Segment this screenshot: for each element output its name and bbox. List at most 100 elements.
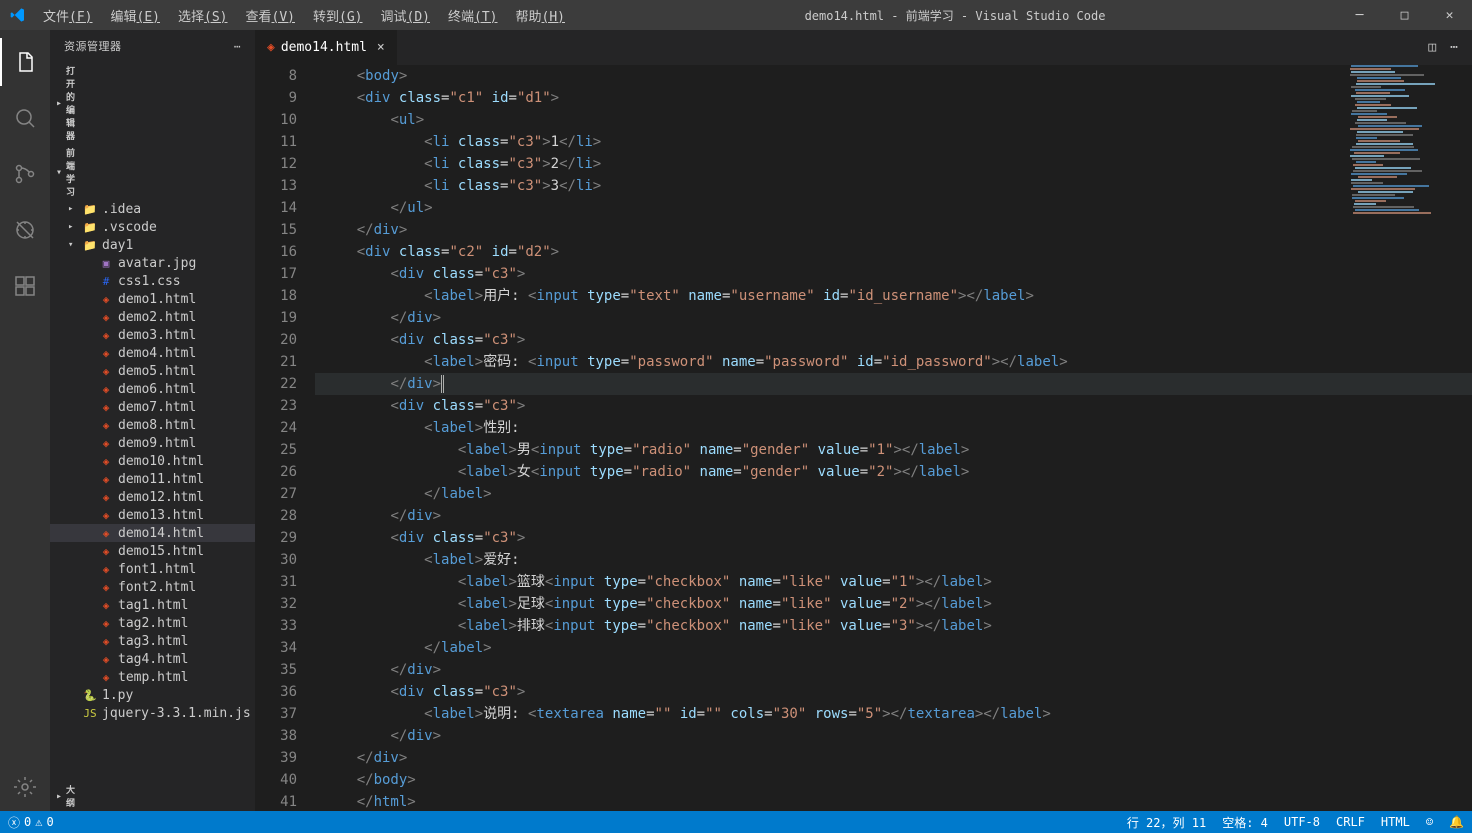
file-node[interactable]: ◈ demo5.html: [50, 362, 255, 380]
file-node[interactable]: ◈demo1.html: [50, 290, 255, 308]
file-label: demo8.html: [118, 418, 196, 433]
file-node[interactable]: ◈font2.html: [50, 578, 255, 596]
file-label: tag1.html: [118, 598, 188, 613]
file-node[interactable]: ◈tag3.html: [50, 632, 255, 650]
file-label: demo9.html: [118, 436, 196, 451]
menu-item[interactable]: 选择(S): [170, 2, 236, 29]
menu-bar: 文件(F)编辑(E)选择(S)查看(V)转到(G)调试(D)终端(T)帮助(H): [35, 2, 573, 29]
html5-icon: ◈: [98, 309, 114, 325]
file-node[interactable]: ◈tag4.html: [50, 650, 255, 668]
close-icon[interactable]: ×: [377, 40, 385, 55]
html5-icon: ◈: [98, 489, 114, 505]
explorer-icon[interactable]: [0, 38, 50, 86]
file-label: demo2.html: [118, 310, 196, 325]
html5-icon: ◈: [98, 579, 114, 595]
line-gutter: 8910111213141516171819202122232425262728…: [255, 65, 315, 811]
minimize-button[interactable]: ─: [1337, 0, 1382, 30]
project-header[interactable]: 前端学习: [50, 144, 62, 200]
file-node[interactable]: ◈demo13.html: [50, 506, 255, 524]
html5-icon: ◈: [98, 435, 114, 451]
more-actions-icon[interactable]: ⋯: [1450, 40, 1458, 55]
file-node[interactable]: ◈demo10.html: [50, 452, 255, 470]
file-node[interactable]: ◈ demo14.html: [50, 524, 255, 542]
file-label: demo6.html: [118, 382, 196, 397]
file-node[interactable]: ◈demo7.html: [50, 398, 255, 416]
img-icon: ▣: [98, 255, 114, 271]
outline-header[interactable]: 大纲: [50, 781, 62, 811]
file-label: tag4.html: [118, 652, 188, 667]
menu-item[interactable]: 调试(D): [373, 2, 439, 29]
menu-item[interactable]: 查看(V): [238, 2, 304, 29]
feedback-icon[interactable]: ☺: [1418, 814, 1441, 831]
folder-node[interactable]: ▸📁.vscode: [50, 218, 255, 236]
language-status[interactable]: HTML: [1373, 814, 1418, 831]
file-label: .idea: [102, 202, 141, 217]
file-node[interactable]: ◈demo12.html: [50, 488, 255, 506]
file-label: demo3.html: [118, 328, 196, 343]
file-node[interactable]: ◈demo3.html: [50, 326, 255, 344]
html5-icon: ◈: [98, 363, 114, 379]
tab-demo14[interactable]: ◈ demo14.html ×: [255, 30, 398, 65]
file-node[interactable]: ◈ demo9.html: [50, 434, 255, 452]
debug-icon[interactable]: [0, 206, 50, 254]
file-node[interactable]: 🐍 1.py: [50, 686, 255, 704]
file-label: demo5.html: [118, 364, 196, 379]
code-body[interactable]: <body> <div class="c1" id="d1"> <ul> <li…: [315, 65, 1472, 811]
file-node[interactable]: ◈ temp.html: [50, 668, 255, 686]
py-icon: 🐍: [82, 687, 98, 703]
menu-item[interactable]: 转到(G): [305, 2, 371, 29]
file-node[interactable]: ◈demo4.html: [50, 344, 255, 362]
menu-item[interactable]: 帮助(H): [508, 2, 574, 29]
folder-node[interactable]: ▸📁.idea: [50, 200, 255, 218]
file-label: demo4.html: [118, 346, 196, 361]
html5-icon: ◈: [98, 561, 114, 577]
notifications-icon[interactable]: 🔔: [1441, 814, 1472, 831]
maximize-button[interactable]: □: [1382, 0, 1427, 30]
menu-item[interactable]: 终端(T): [440, 2, 506, 29]
file-node[interactable]: ◈demo11.html: [50, 470, 255, 488]
file-label: css1.css: [118, 274, 181, 289]
indentation-status[interactable]: 空格: 4: [1214, 814, 1276, 831]
file-node[interactable]: ◈ demo2.html: [50, 308, 255, 326]
encoding-status[interactable]: UTF-8: [1276, 814, 1328, 831]
file-node[interactable]: ◈demo8.html: [50, 416, 255, 434]
split-editor-icon[interactable]: ◫: [1428, 40, 1436, 55]
open-editors-header[interactable]: 打开的编辑器: [50, 62, 62, 144]
settings-gear-icon[interactable]: [0, 763, 50, 811]
html5-icon: ◈: [98, 615, 114, 631]
extensions-icon[interactable]: [0, 262, 50, 310]
file-label: 1.py: [102, 688, 133, 703]
file-node[interactable]: ▣avatar.jpg: [50, 254, 255, 272]
source-control-icon[interactable]: [0, 150, 50, 198]
css-icon: #: [98, 273, 114, 289]
file-node[interactable]: ◈tag2.html: [50, 614, 255, 632]
file-node[interactable]: JSjquery-3.3.1.min.js: [50, 704, 255, 722]
file-label: temp.html: [118, 670, 188, 685]
eol-status[interactable]: CRLF: [1328, 814, 1373, 831]
menu-item[interactable]: 编辑(E): [103, 2, 169, 29]
menu-item[interactable]: 文件(F): [35, 2, 101, 29]
activity-bar: [0, 30, 50, 811]
more-icon[interactable]: ⋯: [234, 40, 241, 53]
search-icon[interactable]: [0, 94, 50, 142]
code-editor[interactable]: 8910111213141516171819202122232425262728…: [255, 65, 1472, 811]
file-label: demo14.html: [118, 526, 204, 541]
warning-icon: ⚠: [35, 815, 42, 829]
html5-icon: ◈: [98, 399, 114, 415]
file-node[interactable]: ◈tag1.html: [50, 596, 255, 614]
file-node[interactable]: # css1.css: [50, 272, 255, 290]
file-tree: ▸📁.idea▸📁.vscode▾📁day1▣avatar.jpg# css1.c…: [50, 200, 255, 722]
close-button[interactable]: ✕: [1427, 0, 1472, 30]
file-node[interactable]: ◈demo15.html: [50, 542, 255, 560]
window-title: demo14.html - 前端学习 - Visual Studio Code: [573, 7, 1337, 24]
html5-icon: ◈: [98, 669, 114, 685]
problems-status[interactable]: ⓧ0⚠0: [0, 814, 62, 831]
cursor-position[interactable]: 行 22，列 11: [1119, 814, 1214, 831]
file-label: day1: [102, 238, 133, 253]
folder-node[interactable]: ▾📁day1: [50, 236, 255, 254]
file-node[interactable]: ◈demo6.html: [50, 380, 255, 398]
html5-icon: ◈: [98, 633, 114, 649]
html5-icon: ◈: [98, 525, 114, 541]
status-bar: ⓧ0⚠0 行 22，列 11 空格: 4 UTF-8 CRLF HTML ☺ 🔔: [0, 811, 1472, 833]
file-node[interactable]: ◈font1.html: [50, 560, 255, 578]
